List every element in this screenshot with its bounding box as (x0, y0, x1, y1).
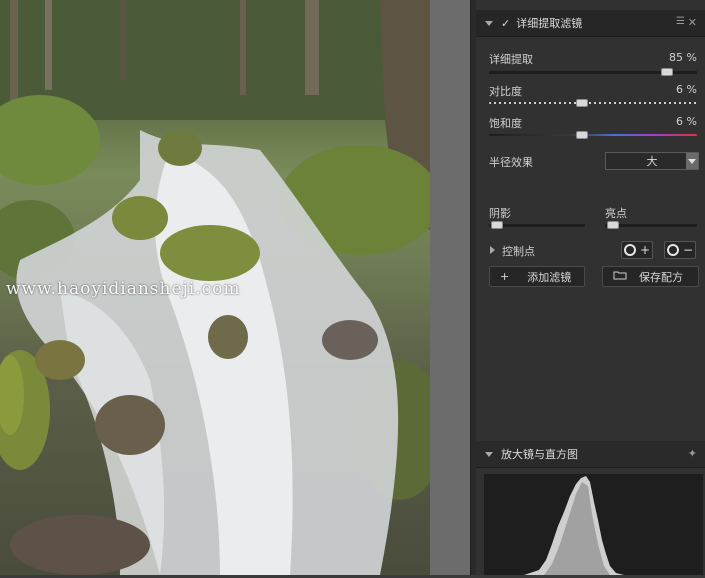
list-menu-icon[interactable]: ☰ (676, 16, 685, 27)
plus-icon: + (639, 243, 651, 257)
shadow-thumb[interactable] (491, 221, 503, 229)
canvas-gutter (430, 0, 470, 575)
radius-selected-value: 大 (646, 155, 658, 168)
image-canvas[interactable]: www.haoyidiansheji.com (0, 0, 470, 575)
pin-icon[interactable]: ✦ (688, 447, 697, 460)
loupe-title: 放大镜与直方图 (501, 448, 578, 461)
radius-dropdown[interactable]: 大 (605, 152, 699, 170)
collapse-triangle-icon[interactable] (485, 20, 493, 26)
detail-extract-value: 85 % (669, 51, 697, 64)
waterfall-photo: www.haoyidiansheji.com (0, 0, 430, 575)
remove-control-point-button[interactable]: − (664, 241, 696, 259)
plus-icon: + (500, 270, 510, 283)
saturation-value: 6 % (676, 115, 697, 128)
contrast-slider[interactable] (489, 99, 697, 107)
contrast-label: 对比度 (489, 85, 522, 98)
save-recipe-label: 保存配方 (639, 270, 683, 284)
chevron-down-icon[interactable] (686, 153, 698, 169)
detail-extract-thumb[interactable] (661, 68, 673, 76)
contrast-thumb[interactable] (576, 99, 588, 107)
control-point-icon (623, 244, 636, 256)
filter-header[interactable]: ✓ 详细提取滤镜 ☰ ✕ (476, 10, 705, 37)
shadow-label: 阴影 (489, 207, 511, 220)
detail-extract-label: 详细提取 (489, 53, 533, 66)
minus-icon: − (682, 243, 694, 257)
highlight-slider[interactable] (605, 221, 697, 229)
shadow-slider[interactable] (489, 221, 585, 229)
expand-triangle-icon[interactable] (490, 246, 495, 254)
radius-label: 半径效果 (489, 156, 533, 169)
folder-icon (613, 270, 627, 283)
collapse-triangle-icon[interactable] (485, 451, 493, 457)
highlight-label: 亮点 (605, 207, 627, 220)
add-filter-label: 添加滤镜 (527, 270, 572, 284)
saturation-thumb[interactable] (576, 131, 588, 139)
add-filter-button[interactable]: + 添加滤镜 (489, 266, 585, 287)
save-recipe-button[interactable]: 保存配方 (602, 266, 699, 287)
loupe-header[interactable]: 放大镜与直方图 ✦ (476, 441, 705, 468)
detail-extract-slider[interactable] (489, 68, 697, 76)
add-control-point-button[interactable]: + (621, 241, 653, 259)
histogram (484, 474, 703, 575)
filter-title: 详细提取滤镜 (516, 17, 583, 30)
filter-panel: ✓ 详细提取滤镜 ☰ ✕ 详细提取 85 % 对比度 6 % 饱和度 6 % 半… (476, 0, 705, 575)
watermark-text: www.haoyidiansheji.com (6, 279, 241, 299)
saturation-label: 饱和度 (489, 117, 522, 130)
control-points-label: 控制点 (502, 245, 535, 258)
control-points-row: 控制点 + − (476, 240, 705, 260)
close-icon[interactable]: ✕ (688, 16, 697, 29)
contrast-value: 6 % (676, 83, 697, 96)
saturation-slider[interactable] (489, 131, 697, 139)
filter-enabled-check-icon[interactable]: ✓ (501, 17, 510, 30)
control-point-icon (666, 244, 679, 256)
histogram-graph (524, 476, 624, 575)
highlight-thumb[interactable] (607, 221, 619, 229)
